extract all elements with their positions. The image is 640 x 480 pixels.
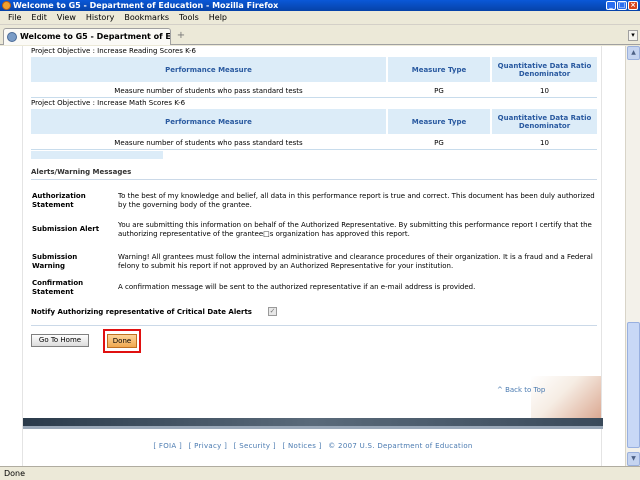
menu-bookmarks[interactable]: Bookmarks <box>119 13 174 22</box>
go-to-home-button[interactable]: Go To Home <box>31 334 89 347</box>
notices-link[interactable]: [ Notices ] <box>282 442 321 450</box>
footer-stripe <box>23 418 603 426</box>
footer-stripe <box>23 426 603 429</box>
column-performance-measure: Performance Measure <box>31 109 386 134</box>
objective-label: Project Objective : Increase Math Scores… <box>31 99 186 107</box>
submission-alert-text: You are submitting this information on b… <box>118 221 592 238</box>
copyright-text: © 2007 U.S. Department of Education <box>328 442 473 450</box>
menu-file[interactable]: File <box>3 13 26 22</box>
privacy-link[interactable]: [ Privacy ] <box>189 442 228 450</box>
footer-links: [ FOIA ] [ Privacy ] [ Security ] [ Noti… <box>23 442 603 450</box>
page-viewport: Project Objective : Increase Reading Sco… <box>0 46 625 466</box>
status-text: Done <box>4 469 26 478</box>
table-header: Performance Measure Measure Type Quantit… <box>31 109 597 134</box>
menu-history[interactable]: History <box>81 13 119 22</box>
favicon-icon <box>7 32 17 42</box>
close-button[interactable]: × <box>628 1 638 10</box>
divider <box>31 325 597 326</box>
minimize-button[interactable]: _ <box>606 1 616 10</box>
foia-link[interactable]: [ FOIA ] <box>153 442 182 450</box>
column-ratio-denominator: Quantitative Data Ratio Denominator <box>492 109 597 134</box>
submission-warning-label: Submission Warning <box>32 253 78 270</box>
menu-bar: File Edit View History Bookmarks Tools H… <box>0 11 640 25</box>
alerts-heading: Alerts/Warning Messages <box>31 168 132 176</box>
window-title-bar: Welcome to G5 - Department of Education … <box>0 0 640 11</box>
notify-label: Notify Authorizing representative of Cri… <box>31 308 252 316</box>
scroll-down-icon[interactable]: ▼ <box>627 452 640 466</box>
column-ratio-denominator: Quantitative Data Ratio Denominator <box>492 57 597 82</box>
submission-alert-label: Submission Alert <box>32 225 100 233</box>
measure-cell: Measure number of students who pass stan… <box>114 87 303 95</box>
column-performance-measure: Performance Measure <box>31 57 386 82</box>
table-header: Performance Measure Measure Type Quantit… <box>31 57 597 82</box>
browser-tab[interactable]: Welcome to G5 - Department of Educ... <box>3 28 171 45</box>
denominator-cell: 10 <box>540 139 549 147</box>
authorization-text: To the best of my knowledge and belief, … <box>118 192 595 209</box>
column-measure-type: Measure Type <box>388 109 490 134</box>
menu-view[interactable]: View <box>52 13 81 22</box>
menu-tools[interactable]: Tools <box>174 13 204 22</box>
table-row: Measure number of students who pass stan… <box>31 84 597 98</box>
status-bar: Done <box>0 466 640 480</box>
tab-title: Welcome to G5 - Department of Educ... <box>20 32 171 41</box>
confirmation-label: Confirmation Statement <box>32 279 84 296</box>
denominator-cell: 10 <box>540 87 549 95</box>
vertical-scrollbar[interactable]: ▲ ▼ <box>625 46 640 466</box>
measure-cell: Measure number of students who pass stan… <box>114 139 303 147</box>
tab-bar: Welcome to G5 - Department of Educ... + … <box>0 25 640 45</box>
menu-edit[interactable]: Edit <box>26 13 52 22</box>
new-tab-button[interactable]: + <box>174 30 188 43</box>
security-link[interactable]: [ Security ] <box>234 442 276 450</box>
scroll-thumb[interactable] <box>627 322 640 448</box>
authorization-label: Authorization Statement <box>32 192 86 209</box>
submission-warning-text: Warning! All grantees must follow the in… <box>118 253 593 270</box>
menu-help[interactable]: Help <box>204 13 232 22</box>
tab-list-button[interactable]: ▾ <box>628 30 638 41</box>
back-to-top-link[interactable]: ^ Back to Top <box>497 386 545 394</box>
page-content: Project Objective : Increase Reading Sco… <box>22 46 603 466</box>
measure-type-cell: PG <box>434 87 444 95</box>
divider <box>31 179 597 180</box>
window-title: Welcome to G5 - Department of Education … <box>13 1 279 10</box>
table-row: Measure number of students who pass stan… <box>31 136 597 150</box>
measure-type-cell: PG <box>434 139 444 147</box>
firefox-icon <box>2 1 11 10</box>
column-measure-type: Measure Type <box>388 57 490 82</box>
notify-checkbox[interactable]: ✓ <box>268 307 277 316</box>
confirmation-text: A confirmation message will be sent to t… <box>118 283 476 291</box>
maximize-button[interactable]: □ <box>617 1 627 10</box>
objective-label: Project Objective : Increase Reading Sco… <box>31 47 196 55</box>
done-button[interactable]: Done <box>107 334 137 348</box>
table-footer-bar <box>31 151 163 159</box>
scroll-up-icon[interactable]: ▲ <box>627 46 640 60</box>
